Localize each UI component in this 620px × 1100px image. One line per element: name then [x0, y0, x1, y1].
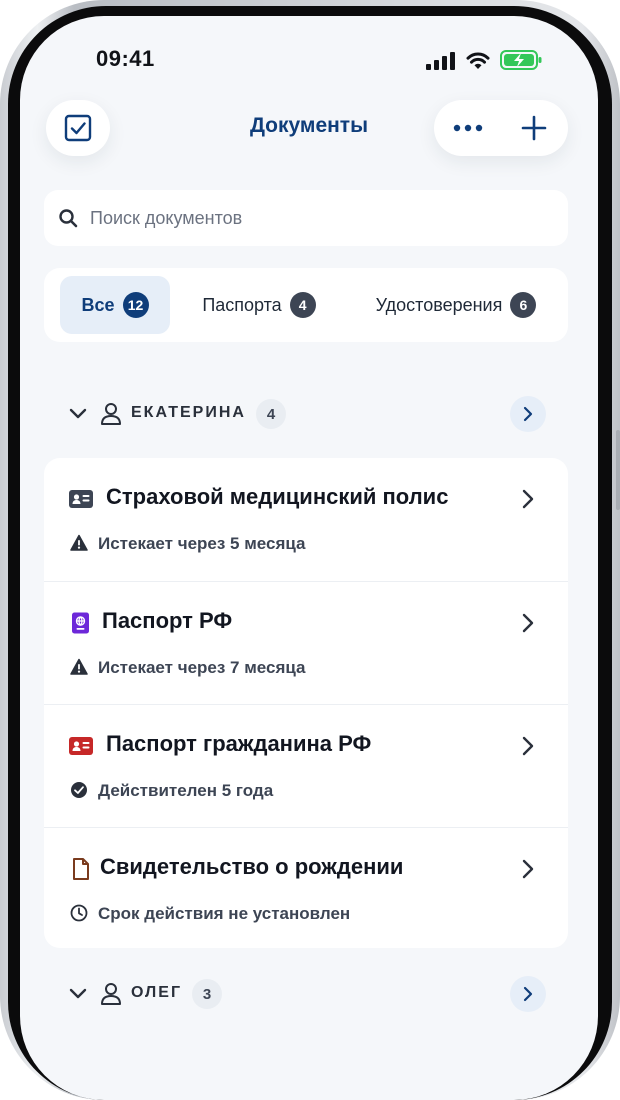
document-row[interactable]: Страховой медицинский полис Истекает чер…	[44, 458, 568, 580]
id-card-icon	[69, 490, 93, 508]
open-group-button[interactable]	[510, 396, 546, 432]
top-navigation: Документы	[20, 100, 598, 176]
side-button	[616, 430, 620, 510]
person-icon	[101, 983, 121, 1005]
document-title: Паспорт гражданина РФ	[106, 731, 372, 756]
plus-icon	[521, 115, 547, 141]
group-name: ОЛЕГ	[131, 984, 183, 1001]
document-status: Действителен 5 года	[98, 781, 274, 800]
open-group-button[interactable]	[510, 976, 546, 1012]
chevron-right-icon	[522, 859, 534, 879]
group-header-oleg[interactable]: ОЛЕГ 3	[44, 974, 568, 1014]
status-bar: 09:41	[20, 16, 598, 96]
document-row[interactable]: Паспорт РФ Истекает через 7 месяца	[44, 581, 568, 704]
passport-icon	[72, 612, 89, 634]
chevron-right-icon	[522, 489, 534, 509]
group-name: ЕКАТЕРИНА	[131, 404, 246, 421]
document-icon	[73, 858, 89, 880]
group-header-ekaterina[interactable]: ЕКАТЕРИНА 4	[44, 394, 568, 434]
clock-icon	[70, 904, 88, 922]
documents-card: Страховой медицинский полис Истекает чер…	[44, 458, 568, 948]
document-status: Истекает через 7 месяца	[98, 658, 306, 677]
battery-charging-icon	[500, 50, 542, 70]
chevron-down-icon	[69, 988, 87, 999]
search-bar[interactable]	[44, 190, 568, 246]
tab-label: Паспорта	[202, 294, 282, 315]
warning-icon	[70, 658, 88, 675]
document-title: Страховой медицинский полис	[106, 484, 449, 509]
tab-label: Удостоверения	[375, 294, 503, 315]
document-title: Паспорт РФ	[102, 608, 233, 633]
tab-passports[interactable]: Паспорта 4	[184, 276, 334, 334]
group-count-badge: 4	[256, 399, 286, 429]
tab-all[interactable]: Все 12	[60, 276, 170, 334]
check-circle-icon	[71, 782, 87, 798]
person-icon	[101, 403, 121, 425]
document-row[interactable]: Паспорт гражданина РФ Действителен 5 год…	[44, 704, 568, 827]
tab-count-badge: 12	[122, 292, 149, 318]
chevron-right-icon	[523, 986, 533, 1002]
wifi-icon	[466, 52, 490, 69]
filter-tabs: Все 12 Паспорта 4 Удостоверения 6	[44, 268, 568, 342]
tab-count-badge: 6	[510, 292, 537, 318]
tab-ids[interactable]: Удостоверения 6	[356, 276, 556, 334]
tab-count-badge: 4	[289, 292, 316, 318]
group-count-badge: 3	[192, 979, 222, 1009]
document-title: Свидетельство о рождении	[100, 854, 404, 879]
chevron-down-icon	[69, 408, 87, 419]
document-status: Срок действия не установлен	[98, 904, 351, 923]
id-card-icon	[69, 737, 93, 755]
search-input[interactable]	[90, 207, 490, 229]
chevron-right-icon	[522, 736, 534, 756]
status-time: 09:41	[96, 46, 155, 71]
nav-actions	[434, 100, 568, 156]
warning-icon	[70, 534, 88, 551]
add-document-button[interactable]	[510, 108, 558, 148]
document-status: Истекает через 5 месяца	[98, 534, 306, 553]
search-icon	[58, 208, 78, 228]
tab-label: Все	[81, 294, 115, 315]
chevron-right-icon	[523, 406, 533, 422]
cellular-signal-icon	[426, 52, 455, 70]
document-row[interactable]: Свидетельство о рождении Срок действия н…	[44, 827, 568, 950]
app-screen: 09:41 Документы Поиск документов Все 12 …	[20, 16, 598, 1100]
more-dots-icon	[453, 124, 483, 132]
chevron-right-icon	[522, 613, 534, 633]
more-options-button[interactable]	[446, 108, 490, 148]
